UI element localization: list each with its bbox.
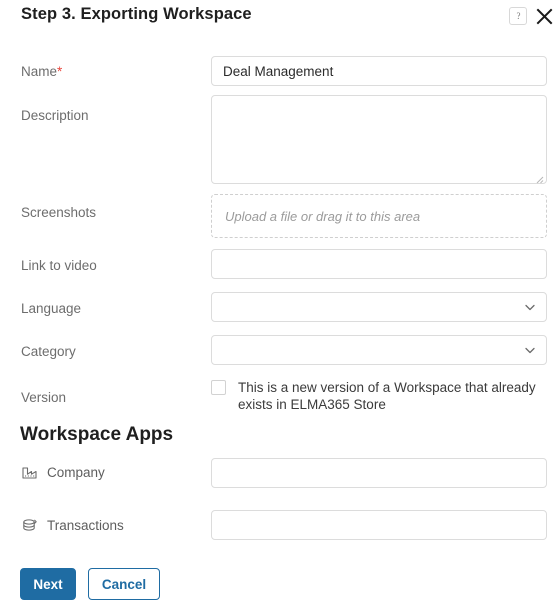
export-form: Name* Description Screenshots Upload a f… bbox=[0, 0, 560, 540]
screenshots-upload-area[interactable]: Upload a file or drag it to this area bbox=[211, 194, 547, 238]
resize-handle-icon[interactable] bbox=[534, 171, 544, 184]
label-name-text: Name bbox=[21, 64, 58, 79]
description-textarea[interactable] bbox=[211, 95, 547, 184]
dialog-footer: Next Cancel bbox=[0, 568, 560, 608]
name-input[interactable] bbox=[211, 56, 547, 86]
version-checkbox[interactable] bbox=[211, 380, 226, 395]
database-stack-icon bbox=[21, 517, 38, 534]
label-name: Name* bbox=[21, 64, 62, 79]
label-language: Language bbox=[21, 301, 82, 316]
label-version: Version bbox=[21, 390, 67, 405]
factory-icon bbox=[21, 464, 38, 481]
app-name-company: Company bbox=[47, 465, 105, 480]
language-select[interactable] bbox=[211, 292, 547, 322]
workspace-apps-heading: Workspace Apps bbox=[20, 424, 174, 445]
company-input[interactable] bbox=[211, 458, 547, 488]
cancel-button[interactable]: Cancel bbox=[88, 568, 160, 600]
category-select[interactable] bbox=[211, 335, 547, 365]
version-checkbox-label: This is a new version of a Workspace tha… bbox=[238, 380, 536, 412]
app-label-transactions: Transactions bbox=[21, 517, 124, 534]
label-description: Description bbox=[21, 108, 89, 123]
chevron-down-icon bbox=[523, 300, 537, 314]
chevron-down-icon bbox=[523, 343, 537, 357]
required-asterisk: * bbox=[57, 64, 63, 79]
upload-hint-text: Upload a file or drag it to this area bbox=[225, 208, 421, 224]
transactions-input[interactable] bbox=[211, 510, 547, 540]
next-button[interactable]: Next bbox=[20, 568, 76, 600]
app-label-company: Company bbox=[21, 464, 105, 481]
version-checkbox-row[interactable]: This is a new version of a Workspace tha… bbox=[211, 379, 547, 413]
label-category: Category bbox=[21, 344, 76, 359]
label-screenshots: Screenshots bbox=[21, 205, 97, 220]
label-link-to-video: Link to video bbox=[21, 258, 97, 273]
link-to-video-input[interactable] bbox=[211, 249, 547, 279]
app-name-transactions: Transactions bbox=[47, 518, 124, 533]
